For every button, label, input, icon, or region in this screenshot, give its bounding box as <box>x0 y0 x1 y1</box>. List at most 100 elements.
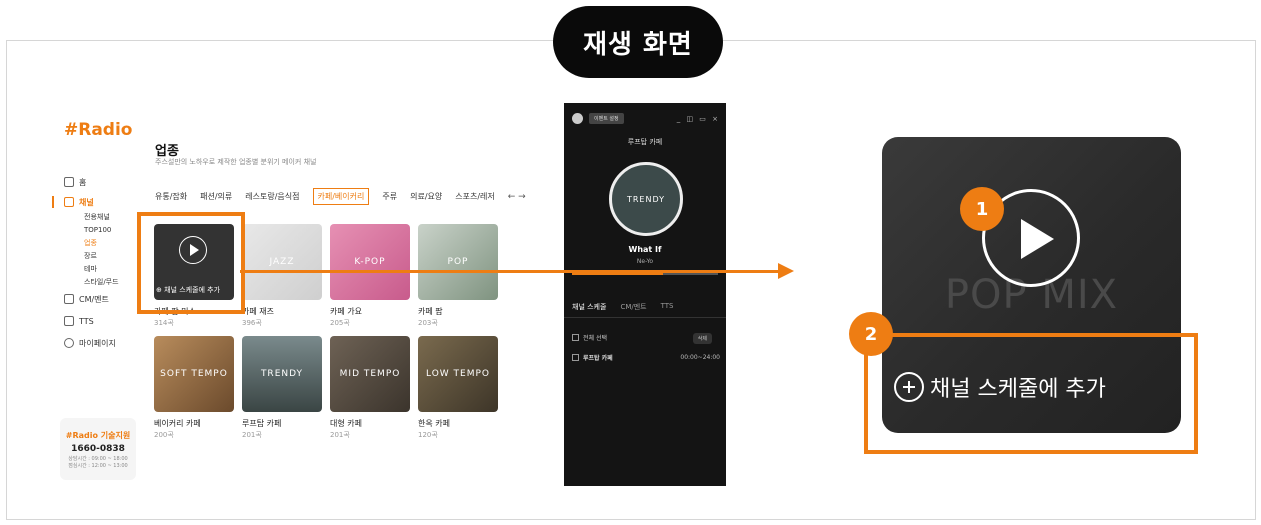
highlight-box-large <box>864 333 1198 454</box>
card-name: 베이커리 카페 <box>154 419 201 428</box>
nav-item-cm[interactable]: CM/멘트 <box>64 291 144 307</box>
tab-fashion[interactable]: 패션/의류 <box>200 191 232 202</box>
sub-item-business[interactable]: 업종 <box>64 236 144 249</box>
channel-card[interactable]: LOW TEMPO 한옥 카페 120곡 <box>418 336 498 440</box>
schedule-row[interactable]: 루프탑 카페 00:00~24:00 <box>572 353 720 362</box>
sub-item-exclusive[interactable]: 전용채널 <box>64 210 144 223</box>
card-name: 카페 재즈 <box>242 307 274 316</box>
card-count: 120곡 <box>418 431 438 439</box>
tab-channel-schedule[interactable]: 채널 스케줄 <box>572 302 606 312</box>
card-count: 205곡 <box>330 319 350 327</box>
chat-icon <box>64 316 74 326</box>
card-count: 314곡 <box>154 319 174 327</box>
card-thumbnail[interactable]: MID TEMPO <box>330 336 410 412</box>
channel-card[interactable]: TRENDY 루프탑 카페 201곡 <box>242 336 322 440</box>
select-all[interactable]: 전체 선택 <box>572 333 607 342</box>
card-name: 카페 가요 <box>330 307 362 316</box>
card-count: 201곡 <box>242 431 262 439</box>
user-icon <box>64 338 74 348</box>
nav-item-mypage[interactable]: 마이페이지 <box>64 335 144 351</box>
tab-medical[interactable]: 의료/요양 <box>410 191 442 202</box>
nav-item-tts[interactable]: TTS <box>64 313 144 329</box>
category-tabs: 유통/잡화 패션/의류 레스토랑/음식점 카페/베이커리 주류 의료/요양 스포… <box>155 188 526 205</box>
app-logo[interactable]: #Radio <box>64 120 132 140</box>
channel-card[interactable]: MID TEMPO 대형 카페 201곡 <box>330 336 410 440</box>
schedule-row-name: 루프탑 카페 <box>583 355 613 362</box>
app-screen: #Radio 홈 채널 전용채널 TOP100 업종 장르 테마 스타일/무드 … <box>52 102 559 488</box>
nav-label-mypage: 마이페이지 <box>79 338 116 348</box>
progress-fill <box>572 273 663 275</box>
card-thumbnail[interactable]: SOFT TEMPO <box>154 336 234 412</box>
tab-scroll-arrows[interactable]: ← → <box>508 192 526 202</box>
support-box: #Radio 기술지원 1660-0838 상담시간 : 09:00 ~ 18:… <box>60 418 136 480</box>
card-thumbnail[interactable]: TRENDY <box>242 336 322 412</box>
card-thumbnail[interactable]: JAZZ <box>242 224 322 300</box>
page-description: 주스설만의 노하우로 제작한 업종별 분위기 메이커 채널 <box>155 158 317 166</box>
pointer-arrow-line <box>240 270 780 273</box>
card-name: 대형 카페 <box>330 419 362 428</box>
card-count: 201곡 <box>330 431 350 439</box>
nav-item-home[interactable]: 홈 <box>64 174 144 190</box>
card-thumbnail[interactable]: POP <box>418 224 498 300</box>
sub-item-top100[interactable]: TOP100 <box>64 223 144 236</box>
player-titlebar: 이벤트 설정 _ ◫ ▭ × <box>572 113 720 124</box>
card-count: 203곡 <box>418 319 438 327</box>
support-hours-1: 상담시간 : 09:00 ~ 18:00 <box>68 456 128 462</box>
sidebar-nav: 홈 채널 전용채널 TOP100 업종 장르 테마 스타일/무드 CM/멘트 T… <box>52 174 144 351</box>
player-channel-name: 루프탑 카페 <box>627 138 663 146</box>
card-thumbnail[interactable]: LOW TEMPO <box>418 336 498 412</box>
card-thumbnail[interactable]: K-POP <box>330 224 410 300</box>
support-hours-2: 점심시간 : 12:00 ~ 13:00 <box>68 463 128 469</box>
tab-tts[interactable]: TTS <box>661 302 674 312</box>
event-settings-button[interactable]: 이벤트 설정 <box>589 113 624 124</box>
section-title-pill: 재생 화면 <box>553 6 723 78</box>
channel-card[interactable]: POP 카페 팝 203곡 <box>418 224 498 328</box>
pointer-arrow-head <box>778 263 794 279</box>
speaker-icon <box>64 294 74 304</box>
home-icon <box>64 177 74 187</box>
sub-item-style-mood[interactable]: 스타일/무드 <box>64 275 144 288</box>
support-phone: 1660-0838 <box>71 444 125 454</box>
card-count: 396곡 <box>242 319 262 327</box>
window-controls-icon[interactable]: _ ◫ ▭ × <box>677 115 720 123</box>
delete-button[interactable]: 삭제 <box>692 333 712 344</box>
music-note-icon <box>64 197 74 207</box>
highlight-box-small <box>137 212 245 314</box>
tab-liquor[interactable]: 주류 <box>382 191 397 202</box>
stage: 재생 화면 #Radio 홈 채널 전용채널 TOP100 업종 장르 테마 스… <box>0 0 1261 525</box>
sub-item-theme[interactable]: 테마 <box>64 262 144 275</box>
tab-sports[interactable]: 스포츠/레저 <box>455 191 495 202</box>
nav-label-home: 홈 <box>79 177 87 187</box>
nav-label-tts: TTS <box>79 316 94 326</box>
progress-bar[interactable] <box>572 273 718 275</box>
gear-icon[interactable] <box>572 113 583 124</box>
album-disc: TRENDY <box>609 162 683 236</box>
channel-card[interactable]: K-POP 카페 가요 205곡 <box>330 224 410 328</box>
nav-item-channel[interactable]: 채널 <box>52 194 144 210</box>
checkbox[interactable] <box>572 334 579 341</box>
schedule-row-time: 00:00~24:00 <box>680 354 720 361</box>
card-name: 한옥 카페 <box>418 419 450 428</box>
card-name: 루프탑 카페 <box>242 419 282 428</box>
player-tabs: 채널 스케줄 CM/멘트 TTS <box>572 302 673 312</box>
tab-restaurant[interactable]: 레스토랑/음식점 <box>245 191 299 202</box>
tab-cafe-bakery[interactable]: 카페/베이커리 <box>312 188 370 205</box>
tab-cm[interactable]: CM/멘트 <box>620 302 646 312</box>
nav-label-channel: 채널 <box>79 197 94 207</box>
callout-badge-1: 1 <box>960 187 1004 231</box>
song-title: What If <box>628 245 662 254</box>
callout-badge-2: 2 <box>849 312 893 356</box>
nav-label-cm: CM/멘트 <box>79 294 109 304</box>
channel-card[interactable]: SOFT TEMPO 베이커리 카페 200곡 <box>154 336 234 440</box>
channel-card[interactable]: JAZZ 카페 재즈 396곡 <box>242 224 322 328</box>
card-count: 200곡 <box>154 431 174 439</box>
tab-retail[interactable]: 유통/잡화 <box>155 191 187 202</box>
song-artist: Ne-Yo <box>636 258 654 265</box>
select-all-label: 전체 선택 <box>583 335 607 342</box>
divider <box>564 317 726 318</box>
checkbox[interactable] <box>572 354 579 361</box>
sub-item-genre[interactable]: 장르 <box>64 249 144 262</box>
support-title: #Radio 기술지원 <box>65 431 131 440</box>
player-window: 이벤트 설정 _ ◫ ▭ × 루프탑 카페 TRENDY What If Ne-… <box>564 103 726 486</box>
card-name: 카페 팝 <box>418 307 443 316</box>
